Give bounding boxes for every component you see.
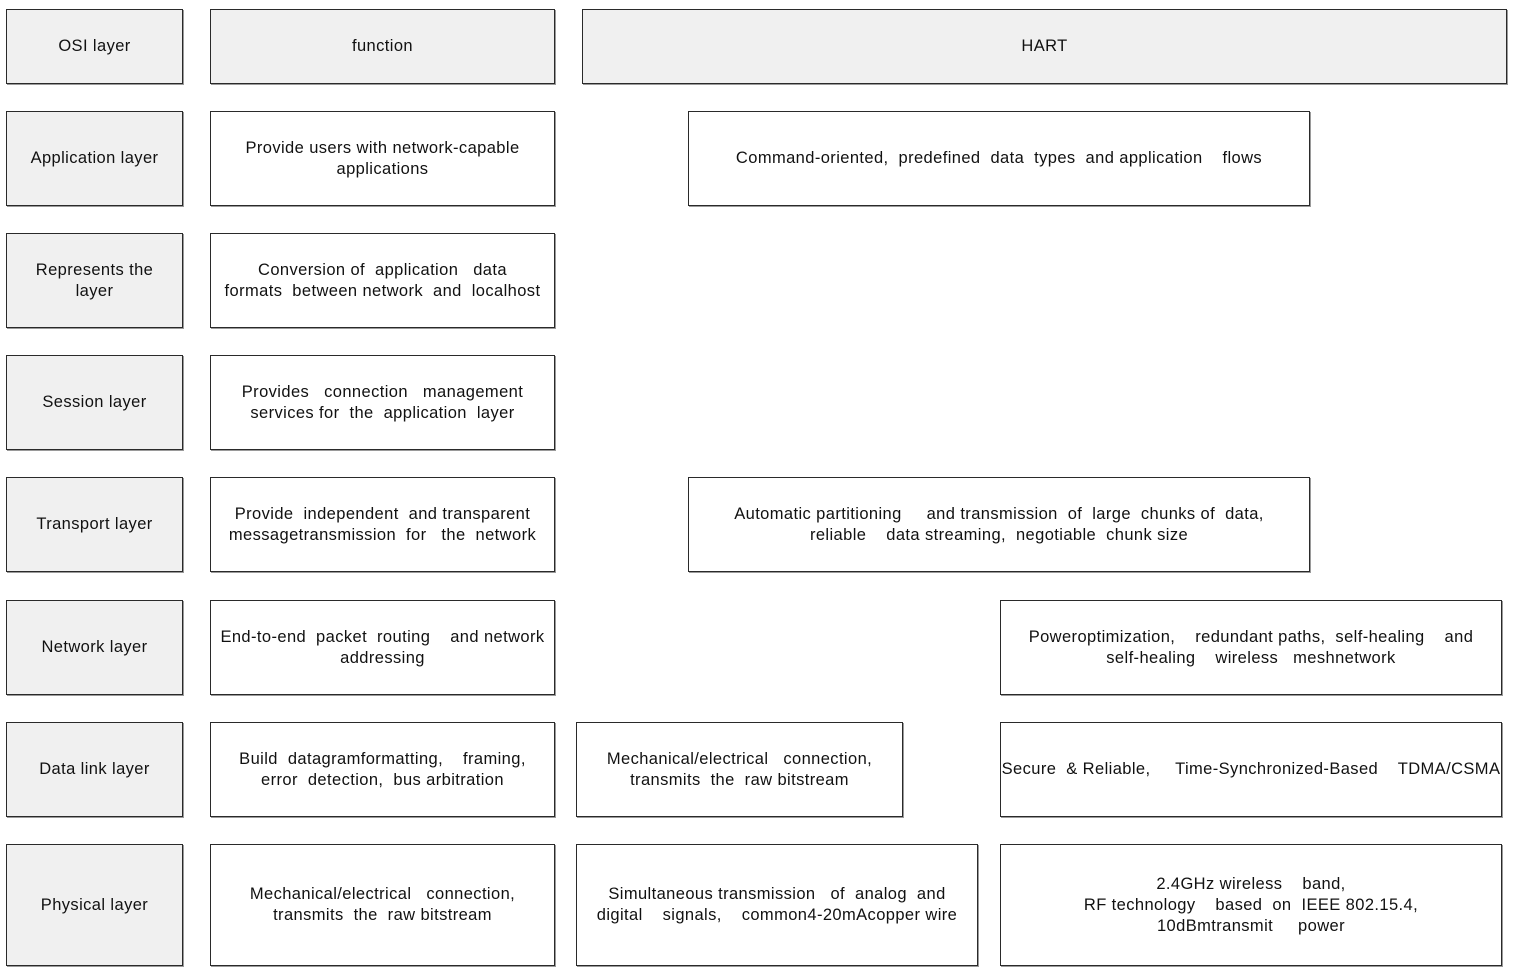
layer-label: Data link layer [39,760,150,778]
layer-label: Represents the layer [35,260,154,300]
osi-layer-transport: Transport layer [6,477,183,572]
osi-layer-application: Application layer [6,111,183,206]
osi-layer-data-link: Data link layer [6,722,183,817]
function-text: End-to-end packet routing and network ad… [220,627,545,667]
hart-text: Automatic partitioning and transmission … [734,504,1264,544]
function-physical: Mechanical/electrical connection, transm… [210,844,555,966]
function-transport: Provide independent and transparent mess… [210,477,555,572]
header-hart-label: HART [1021,37,1068,55]
header-function: function [210,9,555,84]
function-text: Provide independent and transparent mess… [228,504,537,544]
function-session: Provides connection management services … [210,355,555,450]
function-network: End-to-end packet routing and network ad… [210,600,555,695]
hart-data-link-wireless: Secure & Reliable, Time-Synchronized-Bas… [1000,722,1502,817]
header-hart: HART [582,9,1507,84]
hart-text: Mechanical/electrical connection, transm… [606,749,873,789]
function-text: Provides connection management services … [241,382,524,422]
layer-label: Transport layer [36,515,153,533]
hart-text: Secure & Reliable, Time-Synchronized-Bas… [1001,760,1501,778]
function-application: Provide users with network-capable appli… [210,111,555,206]
header-function-label: function [352,37,413,55]
function-presentation: Conversion of application data formats b… [210,233,555,328]
osi-layer-session: Session layer [6,355,183,450]
layer-label: Physical layer [40,895,149,914]
hart-text: Simultaneous transmission of analog and … [596,885,958,924]
layer-label: Network layer [41,638,148,656]
hart-physical-wired: Simultaneous transmission of analog and … [576,844,978,966]
layer-label: Application layer [30,149,159,167]
layer-label: Session layer [42,393,147,411]
hart-physical-wireless: 2.4GHz wireless band, RF technology base… [1000,844,1502,966]
hart-text: Poweroptimization, redundant paths, self… [1028,627,1474,667]
hart-application: Command-oriented, predefined data types … [688,111,1310,206]
hart-text: Command-oriented, predefined data types … [735,149,1263,167]
osi-layer-physical: Physical layer [6,844,183,966]
function-data-link: Build datagramformatting, framing, error… [210,722,555,817]
hart-network: Poweroptimization, redundant paths, self… [1000,600,1502,695]
hart-transport: Automatic partitioning and transmission … [688,477,1310,572]
hart-data-link-wired: Mechanical/electrical connection, transm… [576,722,903,817]
header-osi-layer-label: OSI layer [58,37,131,55]
function-text: Mechanical/electrical connection, transm… [249,885,516,924]
osi-layer-network: Network layer [6,600,183,695]
osi-layer-presentation: Represents the layer [6,233,183,328]
function-text: Build datagramformatting, framing, error… [239,749,526,789]
header-osi-layer: OSI layer [6,9,183,84]
function-text: Provide users with network-capable appli… [245,138,520,178]
function-text: Conversion of application data formats b… [224,260,541,300]
hart-text: 2.4GHz wireless band, RF technology base… [1083,874,1419,935]
